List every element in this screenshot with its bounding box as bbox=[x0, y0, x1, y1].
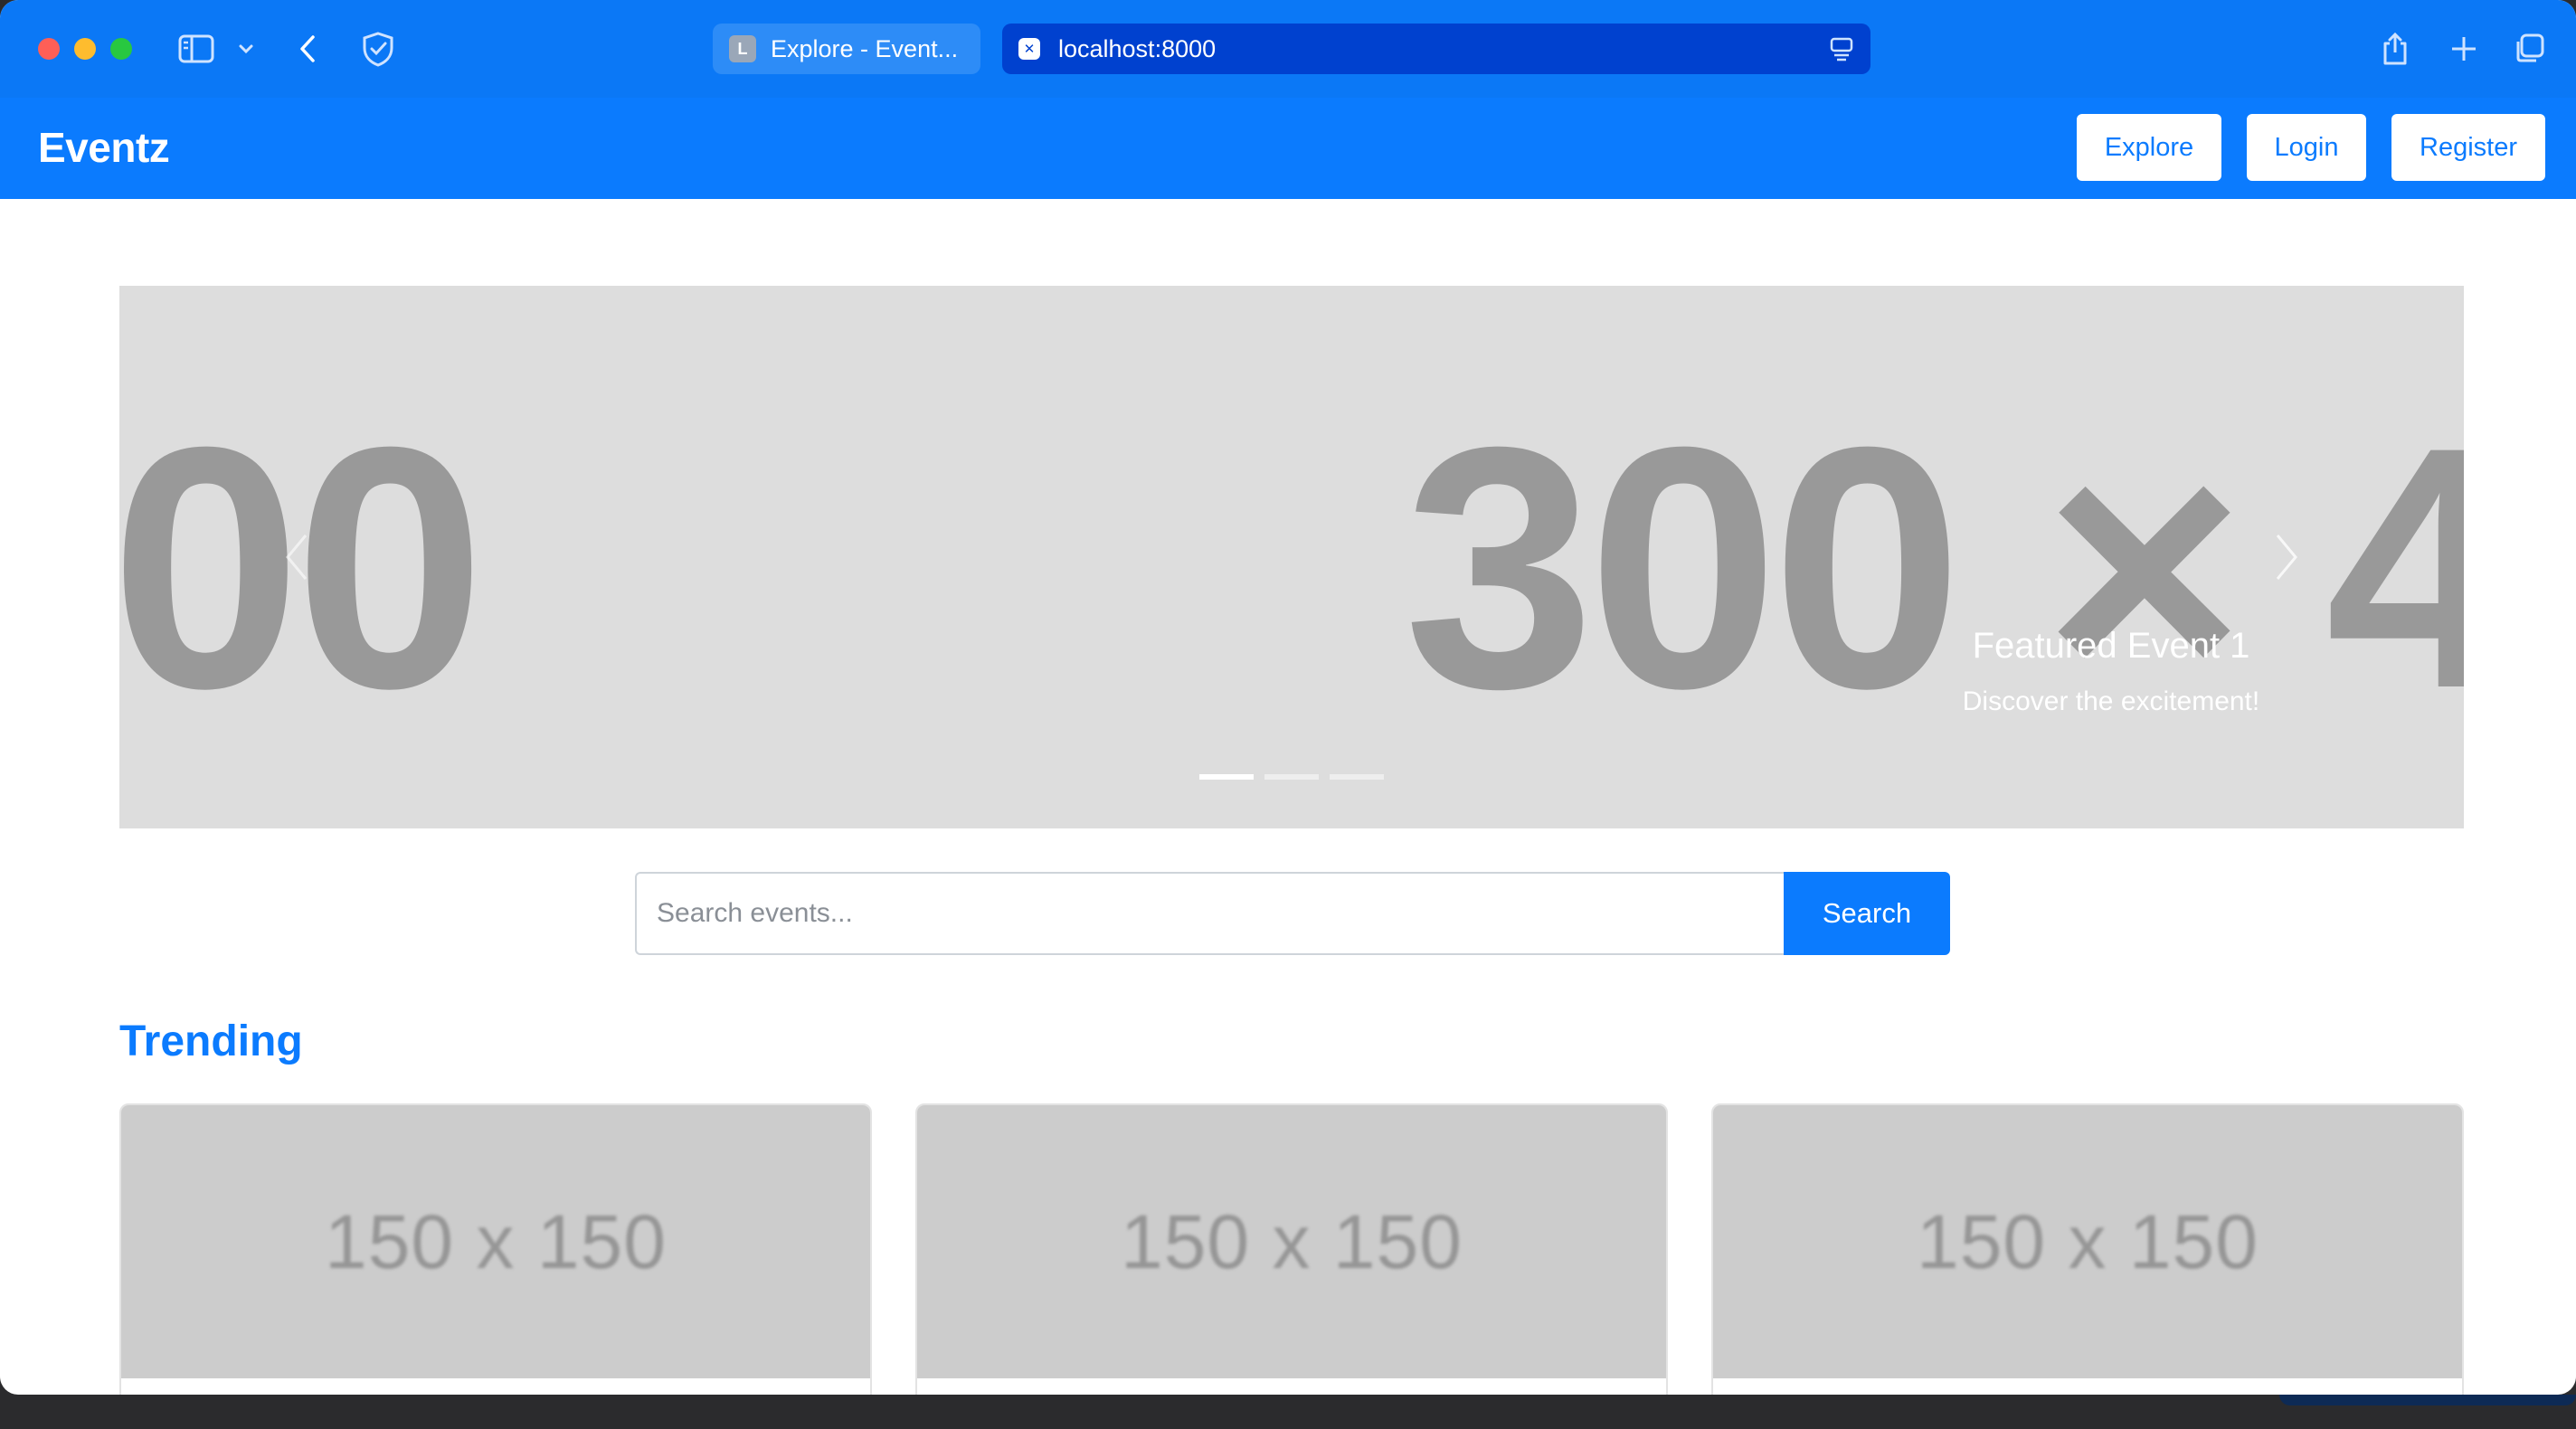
explore-button[interactable]: Explore bbox=[2077, 114, 2221, 181]
browser-toolbar: L Explore - Event... ✕ localhost:8000 bbox=[0, 0, 2576, 98]
tab-overview-icon[interactable] bbox=[2511, 31, 2547, 67]
carousel-caption: Featured Event 1 Discover the excitement… bbox=[1813, 626, 2410, 717]
event-card[interactable]: 150 x 150 bbox=[915, 1103, 1668, 1395]
carousel-next-icon[interactable] bbox=[2268, 530, 2305, 584]
login-button[interactable]: Login bbox=[2247, 114, 2366, 181]
zoom-window-button[interactable] bbox=[110, 38, 132, 60]
chevron-down-icon[interactable] bbox=[233, 31, 259, 67]
brand-logo[interactable]: Eventz bbox=[38, 123, 170, 172]
minimize-window-button[interactable] bbox=[74, 38, 96, 60]
carousel-indicator[interactable] bbox=[1264, 774, 1319, 780]
trending-heading: Trending bbox=[119, 1017, 303, 1065]
carousel-indicator[interactable] bbox=[1330, 774, 1384, 780]
shield-check-icon[interactable] bbox=[358, 31, 398, 67]
close-window-button[interactable] bbox=[38, 38, 60, 60]
card-image-placeholder-text: 150 x 150 bbox=[1121, 1198, 1463, 1284]
carousel-caption-text: Discover the excitement! bbox=[1962, 686, 2260, 716]
browser-window: L Explore - Event... ✕ localhost:8000 Ev… bbox=[0, 0, 2576, 1395]
featured-carousel: 00 300 × 4 Featured Event 1 Discover the… bbox=[119, 286, 2464, 828]
reader-icon[interactable] bbox=[1829, 36, 1854, 70]
carousel-indicator[interactable] bbox=[1199, 774, 1254, 780]
event-card-image: 150 x 150 bbox=[121, 1105, 870, 1378]
tab-label: Explore - Event... bbox=[771, 34, 959, 62]
event-card-image: 150 x 150 bbox=[917, 1105, 1666, 1378]
share-icon[interactable] bbox=[2379, 31, 2411, 67]
tab-localhost[interactable]: ✕ localhost:8000 bbox=[1002, 24, 1870, 74]
event-card-image: 150 x 150 bbox=[1713, 1105, 2462, 1378]
event-card[interactable]: 150 x 150 bbox=[119, 1103, 872, 1395]
tab-favicon: L bbox=[729, 35, 756, 62]
carousel-prev-icon[interactable] bbox=[279, 530, 315, 584]
site-navbar: Eventz Explore Login Register bbox=[0, 98, 2576, 199]
card-image-placeholder-text: 150 x 150 bbox=[325, 1198, 667, 1284]
tab-favicon: ✕ bbox=[1018, 38, 1040, 60]
address-bar-url[interactable]: localhost:8000 bbox=[1058, 35, 1216, 63]
search-input[interactable] bbox=[635, 872, 1785, 955]
register-button[interactable]: Register bbox=[2391, 114, 2545, 181]
back-arrow-icon[interactable] bbox=[291, 31, 324, 67]
sidebar-icon[interactable] bbox=[175, 31, 217, 67]
search-button[interactable]: Search bbox=[1784, 872, 1950, 955]
card-image-placeholder-text: 150 x 150 bbox=[1917, 1198, 2259, 1284]
carousel-indicators bbox=[1199, 774, 1384, 780]
tab-explore[interactable]: L Explore - Event... bbox=[713, 24, 980, 74]
new-tab-icon[interactable] bbox=[2448, 31, 2480, 67]
carousel-caption-title: Featured Event 1 bbox=[1972, 626, 2250, 666]
event-card[interactable]: 150 x 150 bbox=[1711, 1103, 2464, 1395]
window-edge-decoration bbox=[2279, 1395, 2576, 1405]
